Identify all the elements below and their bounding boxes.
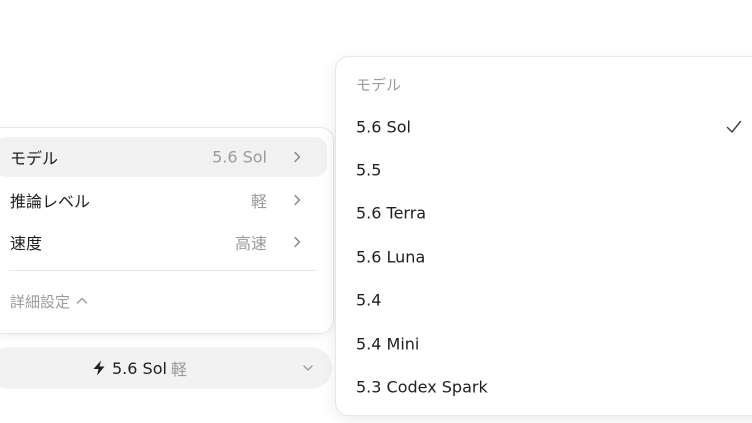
- settings-row-reasoning[interactable]: 推論レベル 軽: [0, 180, 327, 220]
- model-option-5-3-codex-spark[interactable]: 5.3 Codex Spark: [344, 367, 752, 407]
- model-option-label: 5.6 Terra: [356, 203, 427, 223]
- model-option-5-5[interactable]: 5.5: [344, 150, 752, 190]
- model-option-5-6-terra[interactable]: 5.6 Terra: [344, 193, 752, 233]
- chevron-right-icon: [294, 151, 301, 163]
- model-option-5-6-luna[interactable]: 5.6 Luna: [344, 237, 752, 277]
- lightning-icon: [93, 360, 105, 376]
- model-option-label: 5.3 Codex Spark: [356, 377, 488, 397]
- settings-row-model[interactable]: モデル 5.6 Sol: [0, 137, 327, 177]
- settings-panel: モデル 5.6 Sol 推論レベル 軽 速度 高速 詳細設定: [0, 127, 334, 334]
- model-menu-header: モデル: [356, 76, 402, 94]
- model-dropdown-menu: モデル 5.6 Sol 5.5 5.6 Terra 5.6 Luna 5.4 5…: [335, 56, 752, 416]
- model-option-label: 5.4: [356, 290, 382, 310]
- settings-row-value: 高速: [234, 234, 267, 253]
- model-option-label: 5.6 Sol: [356, 117, 411, 137]
- model-option-label: 5.5: [356, 160, 382, 180]
- advanced-settings-label: 詳細設定: [10, 292, 71, 311]
- settings-row-value: 5.6 Sol: [212, 147, 267, 167]
- settings-row-label: 速度: [10, 234, 43, 253]
- chevron-right-icon: [294, 194, 301, 206]
- model-pill-content: 5.6 Sol 軽: [92, 356, 187, 380]
- model-pill-speed: 軽: [170, 360, 187, 379]
- model-option-5-4-mini[interactable]: 5.4 Mini: [344, 324, 752, 364]
- settings-row-value: 軽: [250, 192, 267, 211]
- advanced-settings-toggle[interactable]: 詳細設定: [10, 289, 88, 313]
- model-option-label: 5.4 Mini: [356, 334, 420, 354]
- settings-row-label: 推論レベル: [10, 192, 91, 211]
- model-option-5-6-sol[interactable]: 5.6 Sol: [344, 107, 752, 147]
- model-option-5-4[interactable]: 5.4: [344, 280, 752, 320]
- chevron-right-icon: [294, 236, 301, 248]
- model-option-label: 5.6 Luna: [356, 247, 426, 267]
- model-pill-model: 5.6 Sol: [112, 358, 167, 378]
- divider: [9, 270, 317, 271]
- checkmark-icon: [726, 120, 742, 133]
- chevron-down-icon: [303, 365, 313, 371]
- settings-row-label: モデル: [10, 149, 59, 168]
- settings-row-speed[interactable]: 速度 高速: [0, 222, 327, 262]
- chevron-up-icon: [76, 297, 88, 304]
- model-selector-pill[interactable]: 5.6 Sol 軽: [0, 347, 332, 389]
